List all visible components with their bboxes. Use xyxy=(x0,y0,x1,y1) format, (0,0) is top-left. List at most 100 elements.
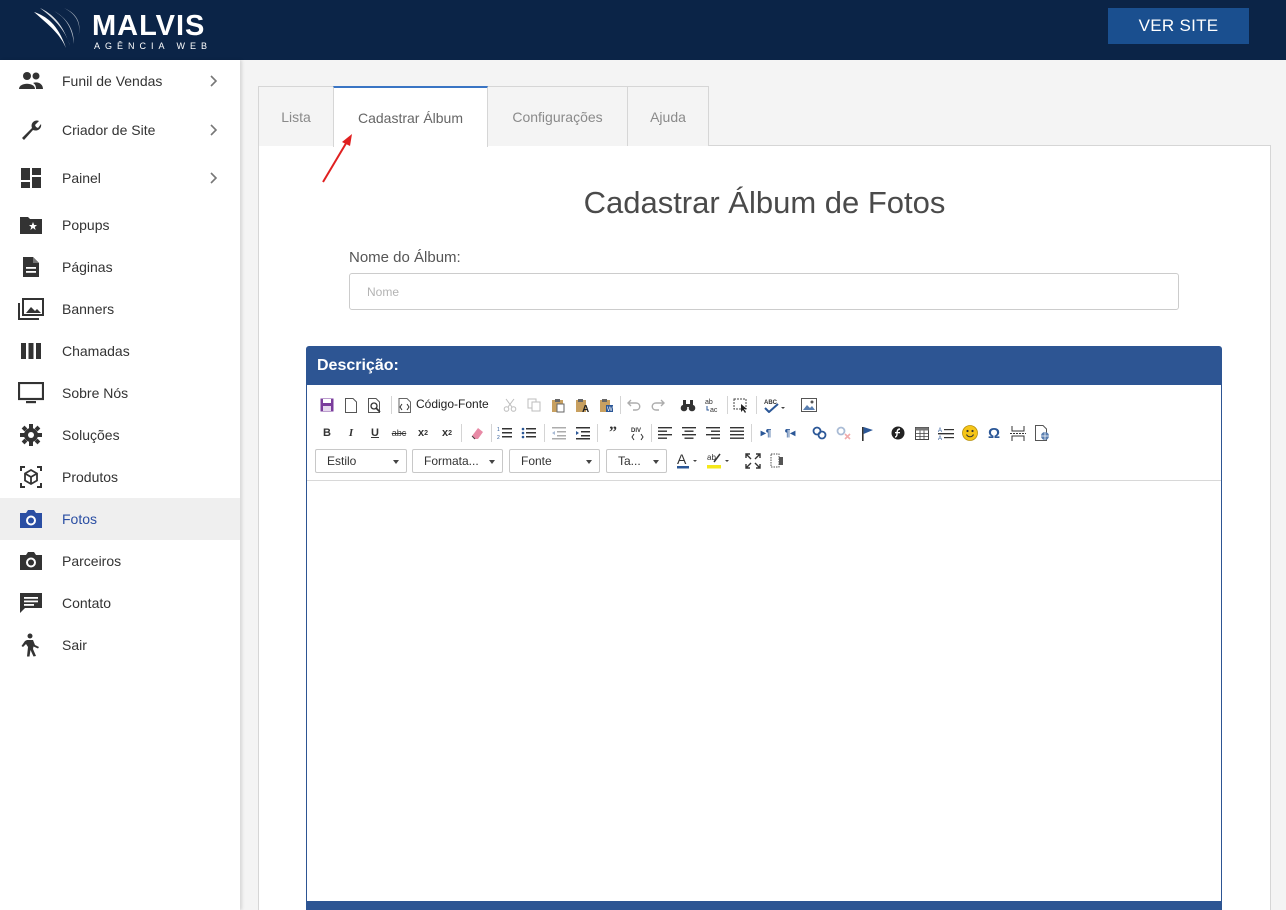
font-select-value: Fonte xyxy=(521,454,552,468)
svg-text:ac: ac xyxy=(710,407,718,413)
sidebar-item-funil-de-vendas[interactable]: Funil de Vendas xyxy=(0,60,240,102)
italic-icon[interactable]: I xyxy=(341,422,361,444)
paste-icon[interactable] xyxy=(548,394,568,416)
align-right-icon[interactable] xyxy=(703,422,723,444)
link-icon[interactable] xyxy=(810,422,830,444)
chevron-down-icon xyxy=(393,460,399,464)
background-color-icon[interactable]: ab xyxy=(705,450,733,472)
album-name-input[interactable] xyxy=(349,273,1179,310)
unlink-icon[interactable] xyxy=(834,422,854,444)
red-arrow-annotation xyxy=(322,134,352,183)
spellcheck-icon[interactable]: ABC xyxy=(762,394,788,416)
font-select[interactable]: Fonte xyxy=(509,449,600,473)
new-page-icon[interactable] xyxy=(341,394,361,416)
sidebar-item-label: Fotos xyxy=(62,511,98,527)
undo-icon[interactable] xyxy=(624,394,644,416)
find-icon[interactable] xyxy=(678,394,698,416)
special-char-icon[interactable]: Ω xyxy=(984,422,1004,444)
tab-configuracoes[interactable]: Configurações xyxy=(487,86,628,146)
editor-content-area[interactable] xyxy=(307,481,1221,901)
sidebar-item-chamadas[interactable]: Chamadas xyxy=(0,330,240,372)
source-code-icon[interactable] xyxy=(395,394,415,416)
sidebar-item-label: Sair xyxy=(62,637,87,653)
page-break-icon[interactable] xyxy=(1008,422,1028,444)
underline-icon[interactable]: U xyxy=(365,422,385,444)
chevron-right-icon xyxy=(210,124,218,136)
svg-text:W: W xyxy=(607,407,613,413)
chevron-right-icon xyxy=(210,172,218,184)
bold-icon[interactable]: B xyxy=(317,422,337,444)
svg-text:DIV: DIV xyxy=(631,428,641,434)
sidebar-item-fotos[interactable]: Fotos xyxy=(0,498,240,540)
maximize-icon[interactable] xyxy=(743,450,763,472)
cut-icon[interactable] xyxy=(500,394,520,416)
format-select[interactable]: Formata... xyxy=(412,449,503,473)
numbered-list-icon[interactable]: 12 xyxy=(495,422,515,444)
size-select-value: Ta... xyxy=(618,454,641,468)
sidebar-item-banners[interactable]: Banners xyxy=(0,288,240,330)
create-div-icon[interactable]: DIV xyxy=(627,422,647,444)
redo-icon[interactable] xyxy=(648,394,668,416)
sidebar-item-criador-de-site[interactable]: Criador de Site xyxy=(0,109,240,151)
align-justify-icon[interactable] xyxy=(727,422,747,444)
smiley-icon[interactable] xyxy=(960,422,980,444)
toolbar-separator xyxy=(751,424,752,442)
paste-word-icon[interactable]: W xyxy=(596,394,616,416)
sidebar-item-label: Produtos xyxy=(62,469,119,485)
ver-site-button[interactable]: VER SITE xyxy=(1108,8,1249,44)
source-code-button[interactable]: Código-Fonte xyxy=(416,397,489,411)
svg-text:2: 2 xyxy=(497,435,500,440)
align-center-icon[interactable] xyxy=(679,422,699,444)
sidebar-item-sair[interactable]: Sair xyxy=(0,624,240,666)
preview-icon[interactable] xyxy=(365,394,385,416)
wing-logo-icon xyxy=(34,8,80,48)
blockquote-icon[interactable]: ” xyxy=(603,422,623,444)
tab-ajuda[interactable]: Ajuda xyxy=(627,86,709,146)
toolbar-separator xyxy=(491,424,492,442)
save-icon[interactable] xyxy=(317,394,337,416)
rtl-icon[interactable]: ¶◂ xyxy=(780,422,800,444)
horizontal-rule-icon[interactable]: AA xyxy=(936,422,956,444)
superscript-icon[interactable]: x2 xyxy=(437,422,457,444)
ltr-icon[interactable]: ▸¶ xyxy=(756,422,776,444)
chevron-down-icon xyxy=(653,460,659,464)
iframe-icon[interactable] xyxy=(1032,422,1052,444)
sidebar-item-produtos[interactable]: Produtos xyxy=(0,456,240,498)
text-color-icon[interactable]: A xyxy=(675,450,701,472)
page-title: Cadastrar Álbum de Fotos xyxy=(583,185,946,220)
sidebar-item-popups[interactable]: Popups xyxy=(0,204,240,246)
gear-icon xyxy=(18,422,44,448)
remove-format-icon[interactable] xyxy=(467,422,487,444)
outdent-icon[interactable] xyxy=(549,422,569,444)
sidebar-item-painel[interactable]: Painel xyxy=(0,157,240,199)
copy-icon[interactable] xyxy=(524,394,544,416)
image-icon[interactable] xyxy=(799,394,819,416)
sidebar-item-label: Funil de Vendas xyxy=(62,73,163,89)
toolbar-separator xyxy=(391,396,392,414)
paste-text-icon[interactable]: A xyxy=(572,394,592,416)
sidebar-item-sobre-nos[interactable]: Sobre Nós xyxy=(0,372,240,414)
style-select-value: Estilo xyxy=(327,454,357,468)
size-select[interactable]: Ta... xyxy=(606,449,667,473)
align-left-icon[interactable] xyxy=(655,422,675,444)
brand-logo[interactable]: MALVIS AGÊNCIA WEB xyxy=(32,6,212,54)
editor-footer xyxy=(307,901,1221,910)
sidebar-item-contato[interactable]: Contato xyxy=(0,582,240,624)
toolbar-separator xyxy=(544,424,545,442)
anchor-flag-icon[interactable] xyxy=(858,422,878,444)
replace-icon[interactable]: ab ac xyxy=(702,394,722,416)
sidebar-item-paginas[interactable]: Páginas xyxy=(0,246,240,288)
bullet-list-icon[interactable] xyxy=(519,422,539,444)
style-select[interactable]: Estilo xyxy=(315,449,407,473)
sidebar-item-parceiros[interactable]: Parceiros xyxy=(0,540,240,582)
strikethrough-icon[interactable]: abc xyxy=(389,422,409,444)
flash-icon[interactable] xyxy=(888,422,908,444)
table-icon[interactable] xyxy=(912,422,932,444)
show-blocks-icon[interactable] xyxy=(767,450,787,472)
subscript-icon[interactable]: x2 xyxy=(413,422,433,444)
indent-icon[interactable] xyxy=(573,422,593,444)
sidebar-item-solucoes[interactable]: Soluções xyxy=(0,414,240,456)
select-all-icon[interactable] xyxy=(731,394,751,416)
toolbar-separator xyxy=(597,424,598,442)
chevron-down-icon xyxy=(489,460,495,464)
